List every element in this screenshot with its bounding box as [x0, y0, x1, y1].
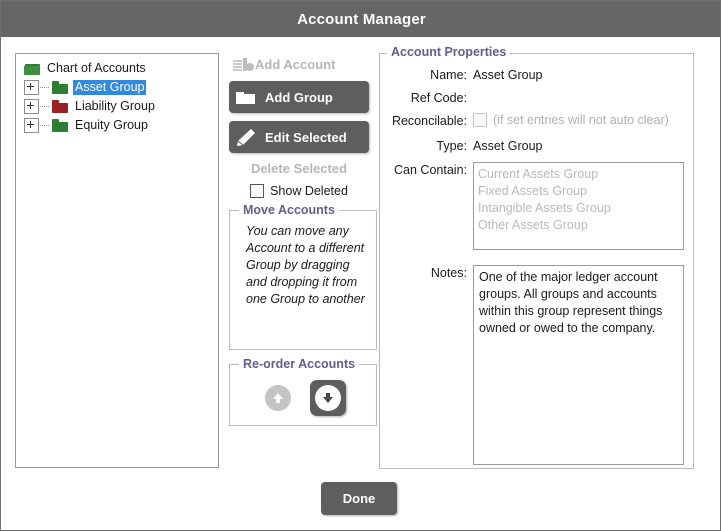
delete-selected-button: Delete Selected	[250, 161, 348, 176]
type-value: Asset Group	[473, 139, 543, 153]
move-up-button	[260, 380, 296, 416]
tree-item-equity-group[interactable]: Equity Group	[16, 116, 218, 135]
notes-field-row: Notes: One of the major ledger account g…	[379, 265, 684, 465]
list-item: Intangible Assets Group	[478, 201, 611, 215]
move-accounts-body: You can move any Account to a different …	[230, 211, 376, 318]
notes-textarea[interactable]: One of the major ledger account groups. …	[473, 265, 684, 465]
edit-selected-button[interactable]: Edit Selected	[229, 121, 369, 153]
name-label: Name:	[430, 68, 467, 82]
notes-label: Notes:	[430, 266, 467, 280]
show-deleted-checkbox[interactable]	[250, 184, 265, 198]
list-item: Fixed Assets Group	[478, 184, 588, 198]
open-folder-icon	[24, 62, 40, 75]
list-item: Other Assets Group	[478, 218, 588, 232]
folder-icon	[52, 119, 68, 132]
actions-column: Add Account Add Group Edit Selected Dele…	[229, 53, 377, 426]
move-accounts-legend: Move Accounts	[239, 203, 339, 217]
list-item: Current Assets Group	[478, 167, 599, 181]
add-account-label: Add Account	[255, 56, 336, 72]
reconcilable-field-row: Reconcilable: (if set entries will not a…	[379, 113, 684, 129]
folder-icon	[236, 91, 255, 104]
tree-item-label-asset-group: Asset Group	[73, 80, 147, 95]
tree-item-label-equity-group: Equity Group	[75, 118, 148, 132]
tree-root-chart-of-accounts[interactable]: Chart of Accounts	[16, 59, 218, 78]
chart-of-accounts-tree-panel[interactable]: Chart of Accounts Asset Group Liability …	[15, 53, 219, 468]
arrow-up-icon	[265, 385, 291, 411]
name-field-row: Name: Asset Group	[379, 67, 684, 83]
move-down-button[interactable]	[310, 380, 346, 416]
reconcilable-control: (if set entries will not auto clear)	[473, 113, 669, 127]
add-group-label: Add Group	[265, 89, 333, 105]
can-contain-label: Can Contain:	[394, 163, 467, 177]
ref-code-label: Ref Code:	[410, 91, 467, 105]
add-group-button[interactable]: Add Group	[229, 81, 369, 113]
window-titlebar: Account Manager	[1, 1, 720, 37]
folder-icon	[52, 81, 68, 94]
account-manager-window: Account Manager Chart of Accounts Asset …	[0, 0, 721, 531]
expand-icon[interactable]	[24, 118, 39, 133]
type-field-row: Type: Asset Group	[379, 138, 684, 154]
arrow-down-icon	[315, 385, 341, 411]
account-properties-group: Account Properties Name: Asset Group Ref…	[379, 45, 694, 469]
move-accounts-text: You can move any Account to a different …	[246, 224, 365, 306]
reorder-accounts-legend: Re-order Accounts	[239, 357, 360, 371]
can-contain-field-row: Can Contain: Current Assets Group Fixed …	[379, 162, 684, 250]
tree-item-liability-group[interactable]: Liability Group	[16, 97, 218, 116]
type-label: Type:	[436, 139, 467, 153]
expand-icon[interactable]	[24, 99, 39, 114]
can-contain-listbox[interactable]: Current Assets Group Fixed Assets Group …	[473, 162, 684, 250]
tree-connector-line	[40, 106, 50, 107]
edit-selected-label: Edit Selected	[265, 129, 347, 145]
tree-connector-line	[40, 87, 50, 88]
reorder-accounts-group: Re-order Accounts	[229, 357, 377, 426]
notes-value: One of the major ledger account groups. …	[479, 270, 663, 335]
done-button[interactable]: Done	[321, 482, 397, 515]
show-deleted-label: Show Deleted	[270, 184, 348, 198]
ref-code-field-row: Ref Code:	[379, 90, 684, 106]
tree-item-label-liability-group: Liability Group	[75, 99, 155, 113]
expand-icon[interactable]	[24, 80, 39, 95]
window-title: Account Manager	[297, 10, 426, 28]
move-accounts-group: Move Accounts You can move any Account t…	[229, 203, 377, 350]
reconcilable-hint: (if set entries will not auto clear)	[493, 113, 669, 127]
tree-root-label: Chart of Accounts	[47, 61, 146, 75]
tree-connector-line	[40, 125, 50, 126]
show-deleted-checkbox-row[interactable]: Show Deleted	[229, 184, 369, 198]
account-ledger-icon	[233, 58, 254, 71]
reorder-accounts-body	[230, 365, 376, 425]
tree-item-asset-group[interactable]: Asset Group	[16, 78, 218, 97]
folder-icon	[52, 100, 68, 113]
reconcilable-checkbox	[473, 113, 487, 127]
account-tree[interactable]: Chart of Accounts Asset Group Liability …	[16, 54, 218, 135]
account-properties-body: Name: Asset Group Ref Code: Reconcilable…	[379, 53, 694, 482]
pencil-icon	[237, 128, 255, 146]
add-account-button: Add Account	[229, 53, 369, 75]
reconcilable-label: Reconcilable:	[391, 114, 467, 128]
name-value: Asset Group	[473, 68, 543, 82]
